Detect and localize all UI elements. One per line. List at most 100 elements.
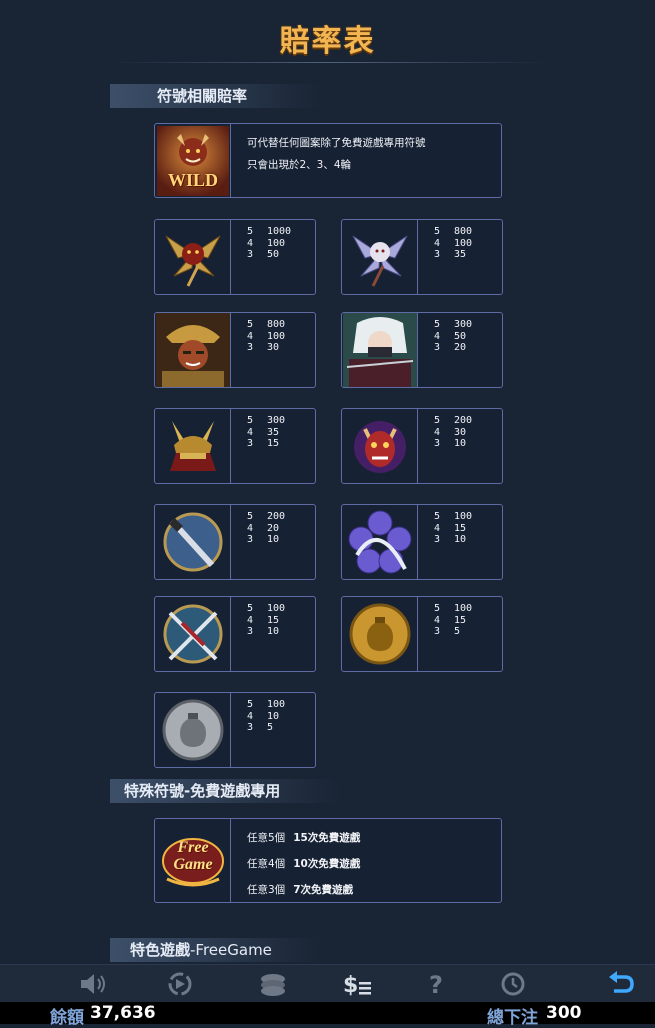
payout-row: 5 800 xyxy=(247,319,285,331)
white-haired-ninja-icon xyxy=(342,313,418,387)
gold-flower-demon-icon xyxy=(155,220,231,294)
wild-description-line2: 只會出現於2、3、4輪 xyxy=(247,159,352,171)
payout-row: 3 10 xyxy=(434,534,472,546)
payout-count: 4 xyxy=(434,614,441,626)
payout-count: 4 xyxy=(247,614,254,626)
free-game-icon: Free Game xyxy=(155,819,231,902)
payout-row: 3 10 xyxy=(247,626,285,638)
paytable-icon[interactable]: $ xyxy=(341,969,375,999)
payout-value: 200 xyxy=(454,415,473,426)
payout-count: 5 xyxy=(247,226,254,237)
payout-value: 300 xyxy=(454,319,473,330)
payout-value: 35 xyxy=(454,249,467,260)
payout-count: 4 xyxy=(247,522,254,534)
katana-medallion-icon xyxy=(155,505,231,579)
payout-row: 4 10 xyxy=(247,711,285,723)
total-bet-value: 300 xyxy=(546,1003,582,1023)
symbol-card: 5 100 4 15 3 5 xyxy=(341,596,503,672)
payout-value: 100 xyxy=(454,511,473,522)
payout-count: 3 xyxy=(434,342,441,353)
payout-value: 15 xyxy=(454,522,467,534)
payout-row: 4 30 xyxy=(434,427,472,439)
payout-row: 4 100 xyxy=(247,238,291,250)
payout-count: 3 xyxy=(247,249,254,260)
payout-count: 3 xyxy=(247,626,254,637)
free-game-badge-line2: Game xyxy=(173,856,213,873)
payout-row: 4 15 xyxy=(247,615,285,627)
samurai-helmet-icon xyxy=(155,409,231,483)
help-icon[interactable]: ? xyxy=(420,969,454,999)
wild-description: 可代替任何圖案除了免費遊戲專用符號 只會出現於2、3、4輪 xyxy=(247,132,426,176)
payout-row: 4 100 xyxy=(247,331,285,343)
payout-value: 800 xyxy=(454,226,473,237)
payout-count: 5 xyxy=(247,415,254,426)
history-icon[interactable] xyxy=(496,969,530,999)
free-game-description: 任意5個 15次免費遊戲 任意4個 10次免費遊戲 任意3個 7次免費遊戲 xyxy=(247,825,360,903)
back-icon[interactable] xyxy=(604,969,638,999)
balance-value: 37,636 xyxy=(90,1003,156,1023)
lavender-flower-demon-icon xyxy=(342,220,418,294)
page-title: 賠率表 xyxy=(279,24,376,59)
payout-value: 35 xyxy=(267,426,280,438)
payout-value: 1000 xyxy=(267,226,292,237)
payout-value: 5 xyxy=(267,722,274,733)
free-game-row: 任意5個 15次免費遊戲 xyxy=(247,832,361,844)
payout-count: 4 xyxy=(247,237,254,249)
payout-table: 5 300 4 50 3 20 xyxy=(434,319,472,354)
title-divider xyxy=(110,62,550,63)
payout-count: 5 xyxy=(247,511,254,522)
payout-row: 5 100 xyxy=(434,511,472,523)
payout-row: 4 35 xyxy=(247,427,285,439)
payout-count: 5 xyxy=(247,603,254,614)
section-header-symbols: 符號相關賠率 xyxy=(110,84,322,108)
payout-table: 5 200 4 20 3 10 xyxy=(247,511,285,546)
wild-description-line1: 可代替任何圖案除了免費遊戲專用符號 xyxy=(247,137,426,149)
svg-text:$: $ xyxy=(343,973,358,998)
payout-row: 4 100 xyxy=(434,238,472,250)
payout-row: 5 300 xyxy=(247,415,285,427)
total-bet-label: 總下注 xyxy=(487,1008,538,1028)
oni-mask-icon xyxy=(342,409,418,483)
chips-icon[interactable] xyxy=(256,969,290,999)
bottom-toolbar: $ ? xyxy=(0,964,655,1003)
payout-count: 5 xyxy=(247,699,254,710)
payout-count: 5 xyxy=(434,603,441,614)
payout-value: 20 xyxy=(454,342,467,353)
payout-count: 4 xyxy=(434,426,441,438)
payout-row: 5 200 xyxy=(434,415,472,427)
autoplay-icon[interactable] xyxy=(163,969,197,999)
payout-table: 5 100 4 10 3 5 xyxy=(247,699,285,734)
payout-value: 5 xyxy=(454,626,461,637)
symbol-card: 5 100 4 15 3 10 xyxy=(154,596,316,672)
payout-count: 4 xyxy=(247,330,254,342)
payout-row: 4 50 xyxy=(434,331,472,343)
wild-badge: WILD xyxy=(167,170,218,190)
payout-table: 5 100 4 15 3 5 xyxy=(434,603,472,638)
free-game-row: 任意4個 10次免費遊戲 xyxy=(247,858,361,870)
payout-count: 5 xyxy=(434,226,441,237)
payout-count: 4 xyxy=(434,522,441,534)
payout-count: 4 xyxy=(247,710,254,722)
silver-pouch-coin-icon xyxy=(155,693,231,767)
payout-value: 10 xyxy=(454,438,467,449)
payout-value: 10 xyxy=(454,534,467,545)
payout-count: 3 xyxy=(247,438,254,449)
payout-value: 100 xyxy=(454,237,473,249)
payout-row: 5 800 xyxy=(434,226,472,238)
section-header-feature: 特色遊戲-FreeGame xyxy=(110,938,322,962)
symbol-card: 5 1000 4 100 3 50 xyxy=(154,219,316,295)
payout-table: 5 300 4 35 3 15 xyxy=(247,415,285,450)
crossed-swords-medallion-icon xyxy=(155,597,231,671)
sound-icon[interactable] xyxy=(76,969,110,999)
payout-count: 3 xyxy=(247,342,254,353)
payout-row: 3 30 xyxy=(247,342,285,354)
payout-value: 20 xyxy=(267,522,280,534)
purple-flower-blade-icon xyxy=(342,505,418,579)
payout-value: 15 xyxy=(454,614,467,626)
payout-row: 5 1000 xyxy=(247,226,291,238)
symbol-card: 5 200 4 30 3 10 xyxy=(341,408,503,484)
payout-count: 3 xyxy=(434,249,441,260)
wild-icon: WILD xyxy=(155,124,231,197)
status-bar: 餘額 37,636 總下注 300 xyxy=(0,1002,655,1028)
payout-count: 3 xyxy=(434,534,441,545)
